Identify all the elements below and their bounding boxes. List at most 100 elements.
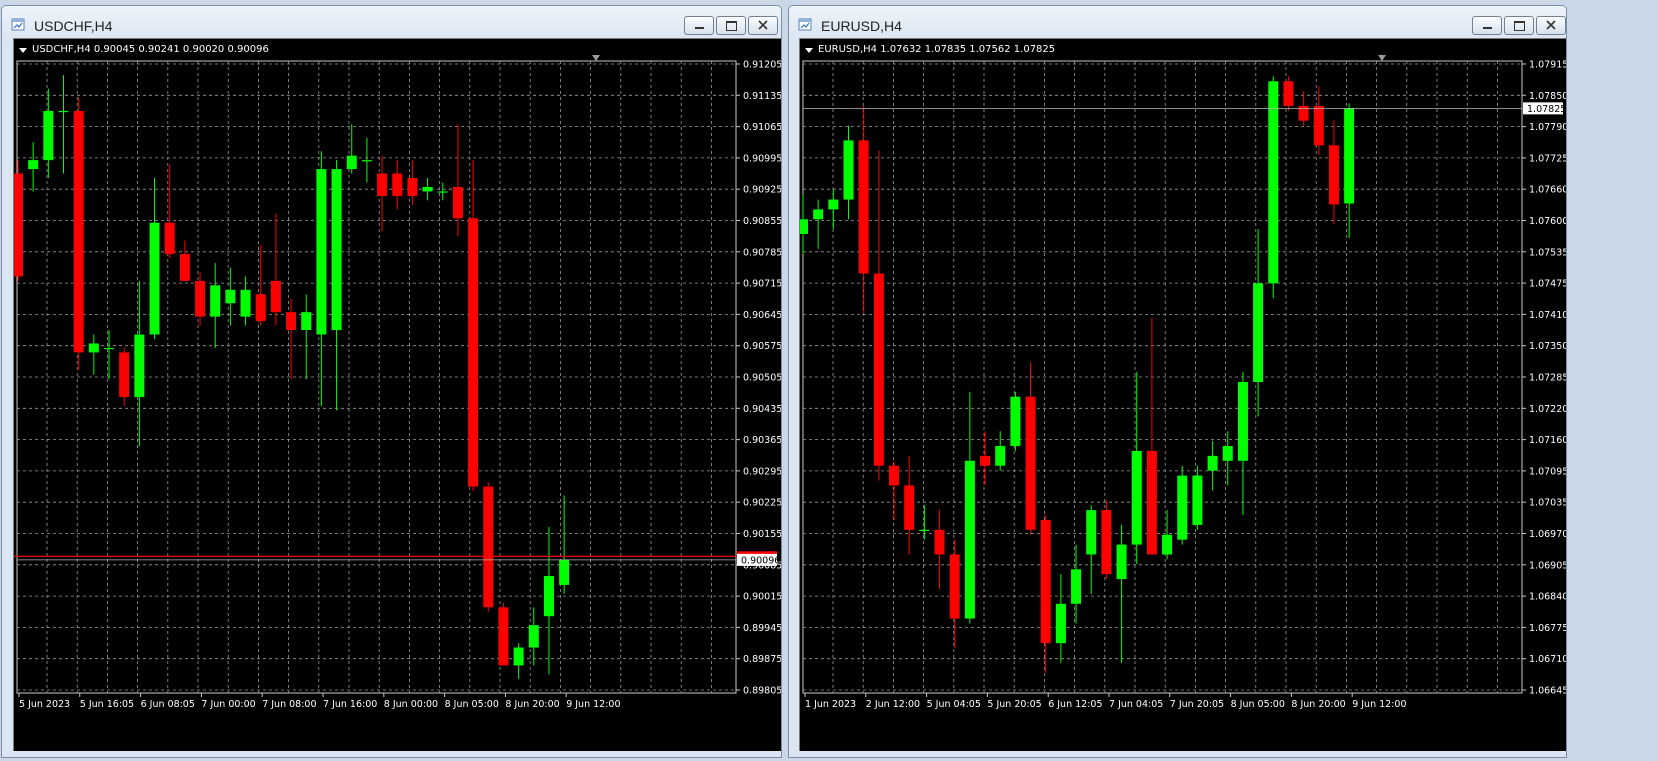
candlestick-chart[interactable]: 0.91205 0.91135 0.91065 0.90995 0.90925 0.908…	[14, 39, 781, 751]
time-axis-label: 8 Jun 00:00	[384, 699, 438, 710]
close-button[interactable]	[748, 16, 778, 35]
time-axis-label: 8 Jun 20:00	[505, 699, 559, 710]
candle-body	[28, 160, 39, 170]
chart-window-icon	[798, 18, 812, 31]
candle-body	[301, 312, 312, 331]
price-axis-label: 0.90295	[743, 466, 781, 477]
price-axis-label: 0.90925	[743, 185, 781, 196]
chart-window-usdchf[interactable]: USDCHF,H4 0.91205 0.91135 0.91065 0.90995 0.…	[1, 5, 782, 758]
candle-body	[964, 460, 975, 619]
price-axis-label: 0.89875	[743, 654, 781, 665]
candle-body	[528, 625, 539, 648]
candle-body	[889, 465, 900, 486]
price-axis-label: 0.90365	[743, 435, 781, 446]
candle-body	[361, 160, 372, 162]
dropdown-arrow-icon[interactable]	[19, 48, 27, 53]
price-axis-label: 0.89945	[743, 623, 781, 634]
current-price-label: 0.90096	[741, 555, 780, 566]
candle-body	[119, 352, 130, 398]
candle-body	[270, 280, 281, 313]
minimize-icon	[1483, 27, 1492, 29]
candle-body	[58, 110, 69, 113]
current-price-label: 1.07825	[1527, 104, 1566, 115]
candle-body	[1131, 450, 1142, 545]
dropdown-arrow-icon[interactable]	[805, 48, 813, 53]
candle-body	[1146, 450, 1157, 555]
price-axis-label: 1.07535	[1529, 247, 1567, 258]
candle-body	[43, 110, 54, 161]
candle-body	[422, 186, 433, 192]
time-axis-label: 7 Jun 00:00	[201, 699, 255, 710]
candle-body	[104, 347, 115, 350]
price-axis-label: 1.07915	[1529, 60, 1567, 71]
close-button[interactable]	[1536, 16, 1566, 35]
candle-body	[858, 140, 869, 274]
minimize-icon	[695, 27, 704, 29]
symbol-info-label: USDCHF,H4 0.90045 0.90241 0.90020 0.9009…	[32, 44, 269, 55]
candle-body	[934, 529, 945, 555]
price-chart[interactable]: 1.07915 1.07850 1.07790 1.07725 1.07660 1.076…	[799, 38, 1567, 751]
candle-body	[392, 173, 403, 196]
candle-body	[179, 254, 190, 281]
price-axis-label: 0.90015	[743, 592, 781, 603]
candle-body	[843, 140, 854, 200]
plot-border	[802, 60, 1523, 694]
candle-body	[919, 529, 930, 532]
price-axis-label: 1.07160	[1529, 435, 1567, 446]
time-axis-label: 5 Jun 16:05	[80, 699, 134, 710]
price-axis-label: 0.91205	[743, 60, 781, 71]
candle-body	[164, 222, 175, 255]
chart-window-eurusd[interactable]: EURUSD,H4 1.07915 1.07850 1.07790 1.07725 1.…	[788, 5, 1567, 758]
time-axis-label: 6 Jun 12:05	[1048, 699, 1102, 710]
candle-body	[513, 647, 524, 666]
candle-body	[407, 178, 418, 196]
candle-body	[1116, 544, 1127, 580]
restore-button[interactable]	[1504, 16, 1534, 35]
minimize-button[interactable]	[684, 16, 714, 35]
time-axis-label: 8 Jun 05:00	[445, 699, 499, 710]
candle-body	[73, 110, 84, 353]
price-axis-label: 0.90435	[743, 404, 781, 415]
candle-body	[1192, 475, 1203, 525]
candle-body	[195, 280, 206, 317]
candle-body	[331, 169, 342, 331]
time-axis-label: 7 Jun 16:00	[323, 699, 377, 710]
price-axis-label: 1.07660	[1529, 185, 1567, 196]
candle-body	[980, 455, 991, 466]
price-axis-label: 1.06710	[1529, 654, 1567, 665]
chart-shift-marker	[1378, 55, 1386, 61]
price-axis-label: 0.89805	[743, 686, 781, 697]
price-axis-label: 0.90715	[743, 279, 781, 290]
price-axis-label: 0.91135	[743, 91, 781, 102]
candle-body	[134, 334, 145, 398]
price-axis-label: 0.90225	[743, 498, 781, 509]
time-axis-label: 1 Jun 2023	[805, 699, 856, 710]
candle-body	[1283, 81, 1294, 106]
price-axis-label: 1.07285	[1529, 373, 1567, 384]
chart-window-icon	[11, 18, 25, 31]
restore-button[interactable]	[716, 16, 746, 35]
candle-body	[873, 273, 884, 466]
time-axis-label: 2 Jun 12:00	[866, 699, 920, 710]
restore-icon	[1514, 21, 1525, 31]
candle-body	[1207, 455, 1218, 471]
time-axis-label: 7 Jun 08:00	[262, 699, 316, 710]
minimize-button[interactable]	[1472, 16, 1502, 35]
candle-body	[828, 199, 839, 210]
candlestick-chart[interactable]: 1.07915 1.07850 1.07790 1.07725 1.07660 1.076…	[800, 39, 1567, 751]
candle-body	[1101, 510, 1112, 575]
price-axis-label: 0.90575	[743, 341, 781, 352]
candle-body	[14, 173, 23, 277]
candle-body	[286, 312, 297, 331]
candle-body	[1162, 534, 1173, 555]
candle-body	[1071, 569, 1082, 604]
candle-body	[377, 173, 388, 196]
candle-body	[1040, 519, 1051, 644]
price-chart[interactable]: 0.91205 0.91135 0.91065 0.90995 0.90925 0.908…	[13, 38, 781, 751]
candle-body	[800, 219, 808, 235]
candle-body	[1086, 510, 1097, 555]
time-axis-label: 7 Jun 20:05	[1170, 699, 1224, 710]
candle-body	[210, 285, 221, 317]
price-axis-label: 1.07850	[1529, 91, 1567, 102]
time-axis-label: 5 Jun 20:05	[987, 699, 1041, 710]
